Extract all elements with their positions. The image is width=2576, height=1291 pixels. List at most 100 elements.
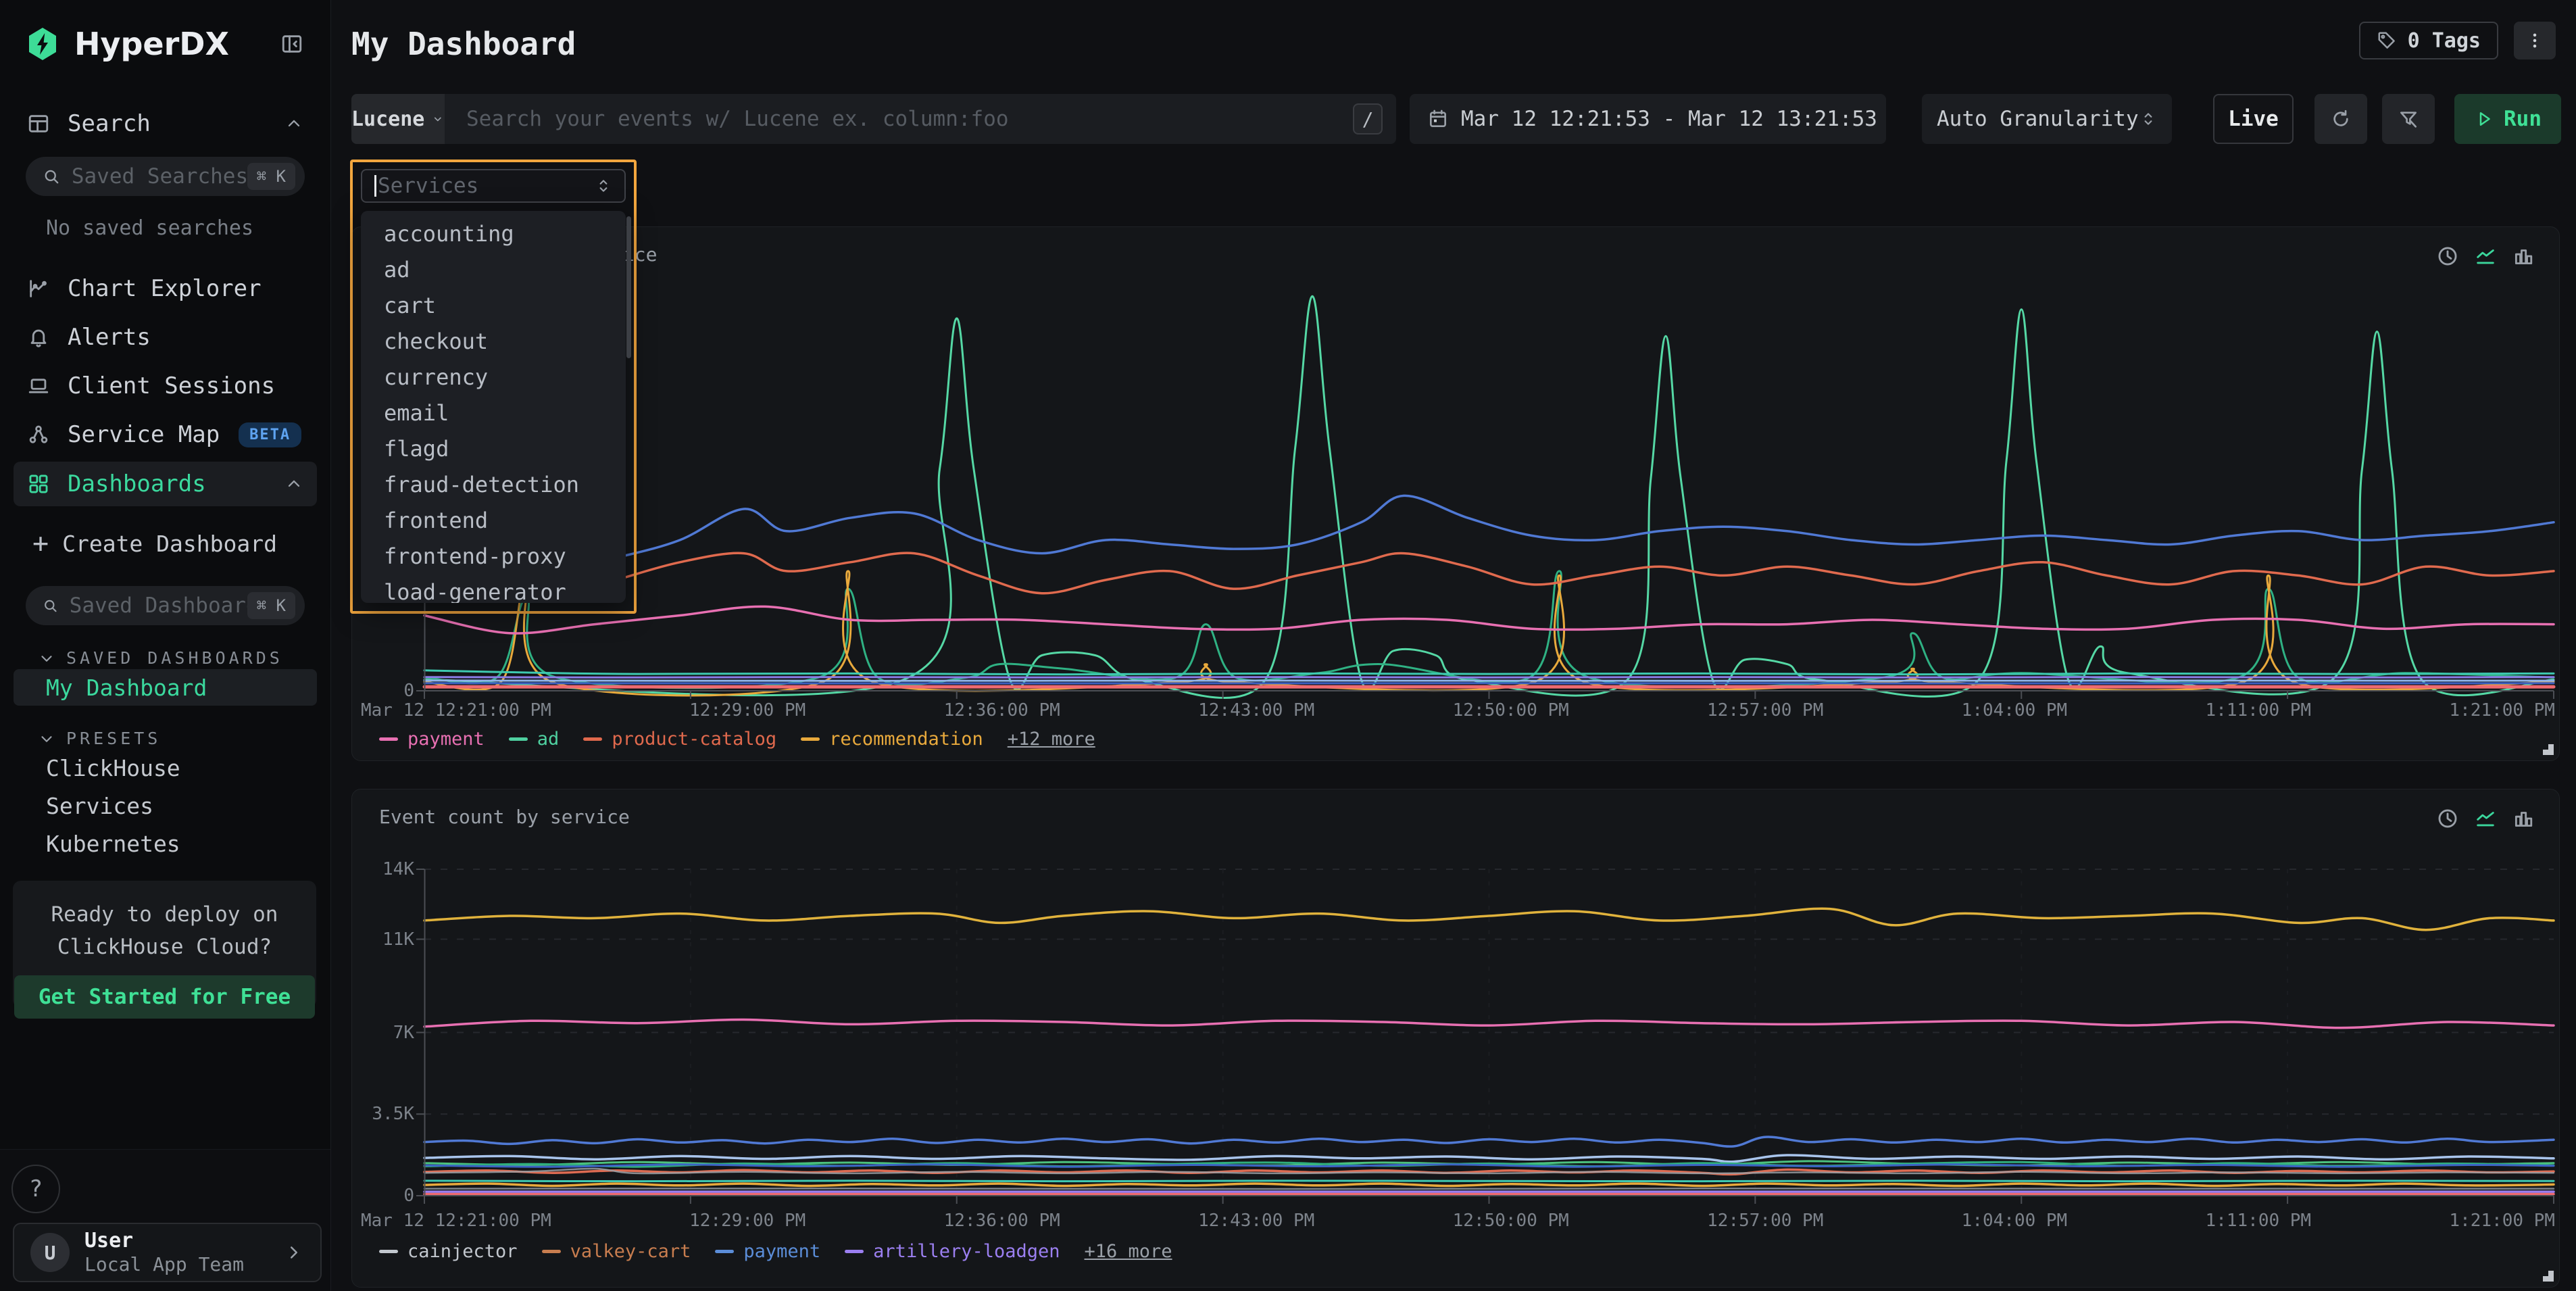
- chart-plot-area[interactable]: [424, 247, 2554, 691]
- saved-dashboards-group-toggle[interactable]: SAVED DASHBOARDS: [38, 648, 330, 668]
- chart-legend: cainjector valkey-cart payment a: [379, 1241, 1172, 1262]
- legend-label: valkey-cart: [570, 1241, 691, 1262]
- chart-plot-area[interactable]: [424, 869, 2554, 1196]
- services-option[interactable]: ad: [361, 252, 626, 288]
- sidebar-item-label: Service Map: [68, 421, 220, 448]
- presets-group-toggle[interactable]: PRESETS: [38, 729, 330, 748]
- legend-swatch: [715, 1250, 734, 1253]
- x-axis-tick-label: 1:11:00 PM: [2206, 1211, 2312, 1231]
- chart-explorer-icon: [27, 277, 50, 300]
- y-axis-labels: 03.5K7K11K14K: [355, 869, 414, 1196]
- bar-chart-toggle-icon[interactable]: [2512, 807, 2535, 830]
- live-button[interactable]: Live: [2213, 94, 2294, 144]
- chevron-right-icon: [284, 1242, 304, 1263]
- sidebar-item-dashboards[interactable]: Dashboards: [14, 462, 317, 506]
- create-dashboard-button[interactable]: + Create Dashboard: [0, 517, 330, 570]
- panel-resize-handle[interactable]: [2543, 1271, 2554, 1282]
- time-range-value: Mar 12 12:21:53 - Mar 12 13:21:53: [1461, 107, 1877, 131]
- filter-button[interactable]: [2382, 94, 2435, 144]
- services-option[interactable]: fraud-detection: [361, 467, 626, 503]
- user-team: Local App Team: [84, 1253, 244, 1276]
- get-started-button[interactable]: Get Started for Free: [14, 975, 315, 1019]
- granularity-select[interactable]: Auto Granularity: [1922, 94, 2172, 144]
- x-axis-tick-label: 1:04:00 PM: [1962, 1211, 2068, 1231]
- services-option[interactable]: accounting: [361, 216, 626, 252]
- chart-panel-requests-by-service: vice 0 Mar 12 12:21:00 PM12:29:00 PM12:3…: [351, 226, 2560, 761]
- legend-item: ad: [509, 729, 560, 750]
- kebab-menu-icon: [2525, 30, 2545, 51]
- legend-label: cainjector: [407, 1241, 518, 1262]
- preset-dashboard-item[interactable]: ClickHouse: [14, 750, 317, 786]
- run-button[interactable]: Run: [2454, 94, 2561, 144]
- dropdown-scrollbar[interactable]: [626, 216, 631, 358]
- legend-item: payment: [379, 729, 485, 750]
- legend-swatch: [583, 737, 602, 741]
- y-axis-tick-label: 0: [403, 1186, 414, 1206]
- sidebar-item-alerts[interactable]: Alerts: [0, 313, 330, 362]
- services-filter-input[interactable]: Services: [361, 169, 626, 203]
- services-option[interactable]: currency: [361, 360, 626, 395]
- x-axis-tick-label: Mar 12 12:21:00 PM: [361, 1211, 551, 1231]
- hyperdx-logo-icon: [26, 26, 59, 62]
- x-axis-tick-label: 1:21:00 PM: [2449, 1211, 2555, 1231]
- preset-item-label: Kubernetes: [46, 831, 180, 857]
- granularity-value: Auto Granularity: [1937, 107, 2139, 131]
- avatar: U: [30, 1233, 70, 1272]
- query-language-select[interactable]: Lucene: [351, 94, 445, 144]
- chevron-down-icon: [38, 730, 55, 748]
- panel-resize-handle[interactable]: [2543, 744, 2554, 755]
- play-icon: [2474, 109, 2494, 129]
- time-range-picker[interactable]: Mar 12 12:21:53 - Mar 12 13:21:53: [1410, 94, 1886, 144]
- legend-swatch: [379, 737, 398, 741]
- tags-button[interactable]: 0 Tags: [2359, 22, 2498, 59]
- service-map-icon: [27, 423, 50, 446]
- help-button[interactable]: ?: [11, 1165, 60, 1213]
- services-option[interactable]: flagd: [361, 431, 626, 467]
- legend-item: artillery-loadgen: [845, 1241, 1060, 1262]
- event-search-input[interactable]: Lucene Search your events w/ Lucene ex. …: [351, 94, 1396, 144]
- sidebar-item-label: Dashboards: [68, 470, 206, 497]
- legend-item: recommendation: [801, 729, 983, 750]
- x-axis-tick-label: 12:57:00 PM: [1707, 1211, 1823, 1231]
- user-name: User: [84, 1229, 244, 1253]
- services-option[interactable]: frontend-proxy: [361, 539, 626, 575]
- sidebar-item-client-sessions[interactable]: Client Sessions: [0, 362, 330, 410]
- refresh-button[interactable]: [2314, 94, 2367, 144]
- services-option[interactable]: load-generator: [361, 575, 626, 603]
- services-option[interactable]: email: [361, 395, 626, 431]
- sidebar: HyperDX Search Saved Searches ⌘ K No sav…: [0, 0, 331, 1291]
- sidebar-item-my-dashboard[interactable]: My Dashboard: [14, 669, 317, 706]
- promo-text: Ready to deploy on ClickHouse Cloud?: [40, 898, 289, 963]
- legend-more-link[interactable]: +16 more: [1085, 1241, 1172, 1262]
- dashboard-menu-button[interactable]: [2514, 22, 2556, 59]
- preset-dashboard-item[interactable]: Kubernetes: [14, 825, 317, 862]
- main-content: My Dashboard 0 Tags Lucene Search your e…: [331, 0, 2576, 1291]
- sidebar-item-search[interactable]: Search: [0, 107, 330, 141]
- sidebar-item-chart-explorer[interactable]: Chart Explorer: [0, 264, 330, 313]
- create-dashboard-label: Create Dashboard: [62, 531, 277, 557]
- line-chart-toggle-icon[interactable]: [2474, 807, 2497, 830]
- page-title: My Dashboard: [351, 26, 576, 62]
- time-chart-icon[interactable]: [2436, 807, 2459, 830]
- chart-panel-event-count-by-service: Event count by service 03.5K7K11K14K Mar…: [351, 789, 2560, 1288]
- services-placeholder: Services: [378, 174, 595, 198]
- preset-dashboard-item[interactable]: Services: [14, 787, 317, 824]
- legend-swatch: [542, 1250, 561, 1253]
- x-axis-tick-label: 12:50:00 PM: [1453, 700, 1569, 721]
- sidebar-collapse-button[interactable]: [280, 32, 303, 55]
- legend-more-link[interactable]: +12 more: [1008, 729, 1095, 750]
- tag-icon: [2377, 30, 2397, 51]
- services-option[interactable]: checkout: [361, 324, 626, 360]
- shortcut-badge: ⌘ K: [247, 592, 295, 619]
- live-label: Live: [2228, 107, 2279, 131]
- legend-item: payment: [715, 1241, 820, 1262]
- x-axis-tick-label: 12:29:00 PM: [689, 1211, 806, 1231]
- chart-legend: payment ad product-catalog recom: [379, 729, 1095, 750]
- user-menu-button[interactable]: U User Local App Team: [13, 1223, 322, 1282]
- saved-searches-input[interactable]: Saved Searches ⌘ K: [26, 157, 305, 196]
- saved-dashboards-input[interactable]: Saved Dashboards ⌘ K: [26, 586, 305, 625]
- legend-item: cainjector: [379, 1241, 518, 1262]
- services-option[interactable]: frontend: [361, 503, 626, 539]
- sidebar-item-service-map[interactable]: Service Map BETA: [0, 410, 330, 459]
- services-option[interactable]: cart: [361, 288, 626, 324]
